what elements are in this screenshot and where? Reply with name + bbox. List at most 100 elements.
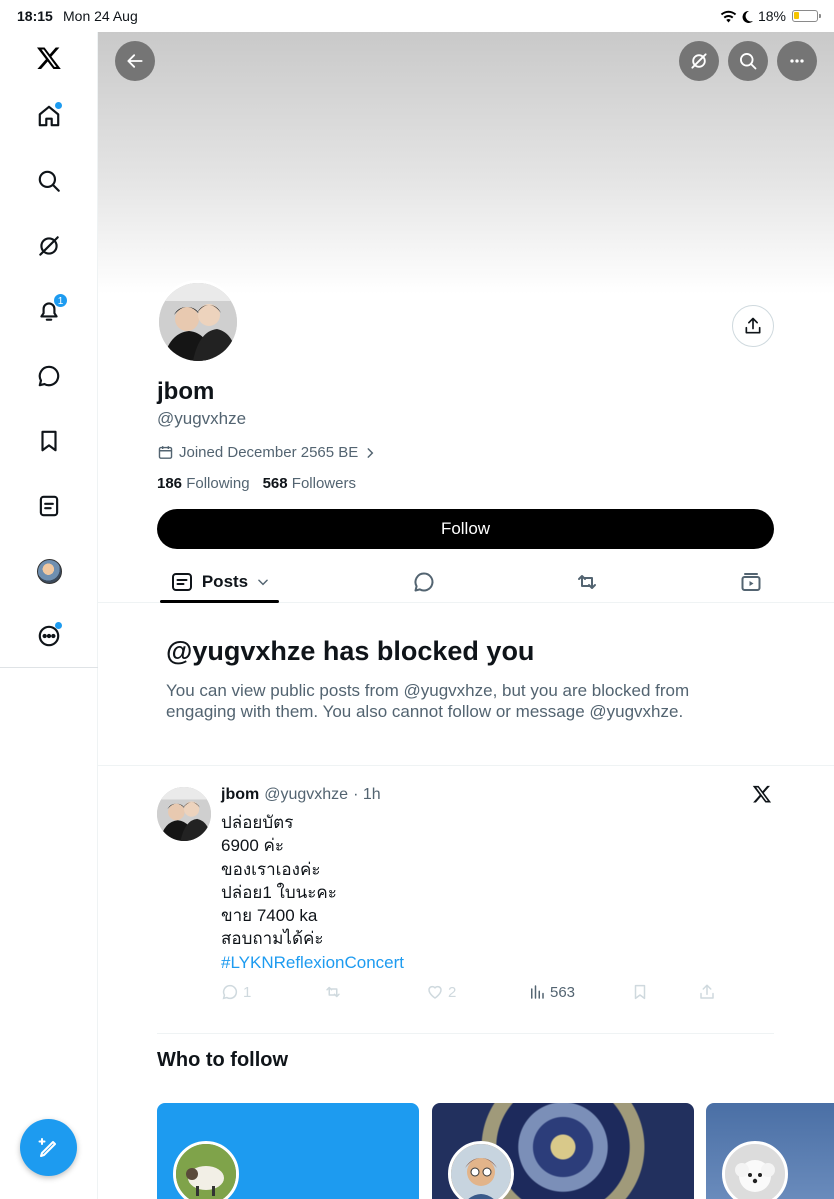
followers-count: 568 [262,475,288,492]
follow-counts: 186 Following 568 Followers [157,475,356,492]
bookmarks-icon[interactable] [29,421,69,461]
tweet-header: jbom @yugvxhze · 1h [221,786,381,804]
more-icon[interactable] [29,616,69,656]
profile-avatar[interactable] [156,280,240,364]
following-link[interactable]: 186 Following [157,475,250,492]
following-label: Following [186,475,250,492]
suggestion-avatar [722,1141,788,1199]
divider [157,1033,774,1034]
media-icon [741,573,761,591]
suggestion-card[interactable] [432,1103,694,1199]
compose-post-button[interactable] [20,1119,77,1176]
tweet-avatar-photo [157,787,211,841]
divider [98,765,834,766]
reply-count: 1 [243,983,252,1001]
status-bar: 18:15 Mon 24 Aug 18% [0,0,834,32]
share-tweet-button[interactable] [698,983,716,1001]
chevron-right-icon [367,447,374,458]
share-icon [745,317,761,334]
suggestion-card[interactable] [157,1103,419,1199]
following-count: 186 [157,475,183,492]
tweet-actions: 1 2 563 [221,983,721,1005]
profile-display-name: jbom [157,378,215,405]
status-right: 18% [720,8,821,24]
home-icon[interactable] [29,96,69,136]
tab-posts[interactable]: Posts [160,562,280,602]
profile-banner [98,32,834,294]
grok-icon[interactable] [29,226,69,266]
analytics-bars-icon [531,985,544,999]
tab-reposts[interactable] [567,562,607,602]
search-button[interactable] [728,41,768,81]
grok-button[interactable] [679,41,719,81]
follow-button[interactable]: Follow [157,509,774,549]
repost-icon [578,575,596,589]
share-profile-button[interactable] [732,305,774,347]
suggestion-avatar [448,1141,514,1199]
tweet-author-handle[interactable]: @yugvxhze [264,786,348,804]
who-to-follow-title: Who to follow [157,1049,289,1071]
compose-feather-icon [38,1137,56,1157]
repost-button[interactable] [324,983,342,1001]
wifi-icon [720,10,737,22]
home-unread-dot [55,102,62,109]
x-logo-icon[interactable] [29,38,69,78]
more-unread-dot [55,622,62,629]
battery-percent: 18% [757,8,786,24]
ellipsis-icon [790,59,804,63]
notifications-bell-icon[interactable]: 1 [29,291,69,331]
blocked-title: @yugvxhze has blocked you [166,636,535,666]
profile-nav-item[interactable] [29,551,69,591]
tweet-line: 6900 ค่ะ [221,836,285,856]
active-tab-indicator [160,600,279,603]
tweet-line: ปล่อย1 ใบนะคะ [221,882,337,902]
tab-posts-label: Posts [201,572,249,591]
profile-main: jbom @yugvxhze Joined December 2565 BE 1… [98,32,834,1199]
reply-icon [414,572,434,592]
joined-text: Joined December 2565 BE [179,444,359,461]
bookmark-button[interactable] [631,983,649,1001]
blocked-description: You can view public posts from @yugvxhze… [166,681,690,721]
views-button[interactable]: 563 [528,983,575,1001]
tab-media[interactable] [731,562,771,602]
followers-link[interactable]: 568 Followers [263,475,356,492]
tweet-author-name[interactable]: jbom [221,786,259,804]
battery-icon [792,10,821,22]
back-button[interactable] [115,41,155,81]
notifications-badge: 1 [53,293,68,308]
more-options-button[interactable] [777,41,817,81]
calendar-icon [158,446,173,459]
suggestion-card[interactable] [706,1103,834,1199]
messages-icon[interactable] [29,356,69,396]
chevron-down-icon [258,579,268,586]
profile-tabs: Posts [98,562,834,603]
moon-icon [742,10,753,23]
x-logo-icon [752,784,772,810]
tab-replies[interactable] [404,562,444,602]
followers-label: Followers [291,475,356,492]
arrow-left-icon [127,54,143,68]
profile-photo [159,283,237,361]
profile-handle: @yugvxhze [157,409,247,428]
like-count: 2 [448,983,457,1001]
reply-button[interactable]: 1 [221,983,251,1001]
grok-icon [691,53,707,69]
tweet-avatar[interactable] [157,787,211,841]
tweet-line: ปล่อยบัตร [221,813,294,832]
search-icon [740,53,757,70]
like-button[interactable]: 2 [426,983,456,1001]
tweet-line: ขาย 7400 ka [221,906,318,926]
view-count: 563 [550,983,576,1001]
explore-search-icon[interactable] [29,161,69,201]
tweet-line: ของเราเองค่ะ [221,859,321,879]
user-avatar [36,558,62,584]
share-icon [700,984,714,999]
tweet-line: สอบถามได้ค่ะ [221,929,324,949]
lists-icon[interactable] [29,486,69,526]
status-date: Mon 24 Aug [63,8,138,24]
joined-date[interactable]: Joined December 2565 BE [157,444,377,461]
tweet-hashtag-link[interactable]: #LYKNReflexionConcert [221,951,404,974]
status-time: 18:15 [17,8,53,24]
tweet-time: · 1h [353,786,381,803]
suggestion-avatar [173,1141,239,1199]
